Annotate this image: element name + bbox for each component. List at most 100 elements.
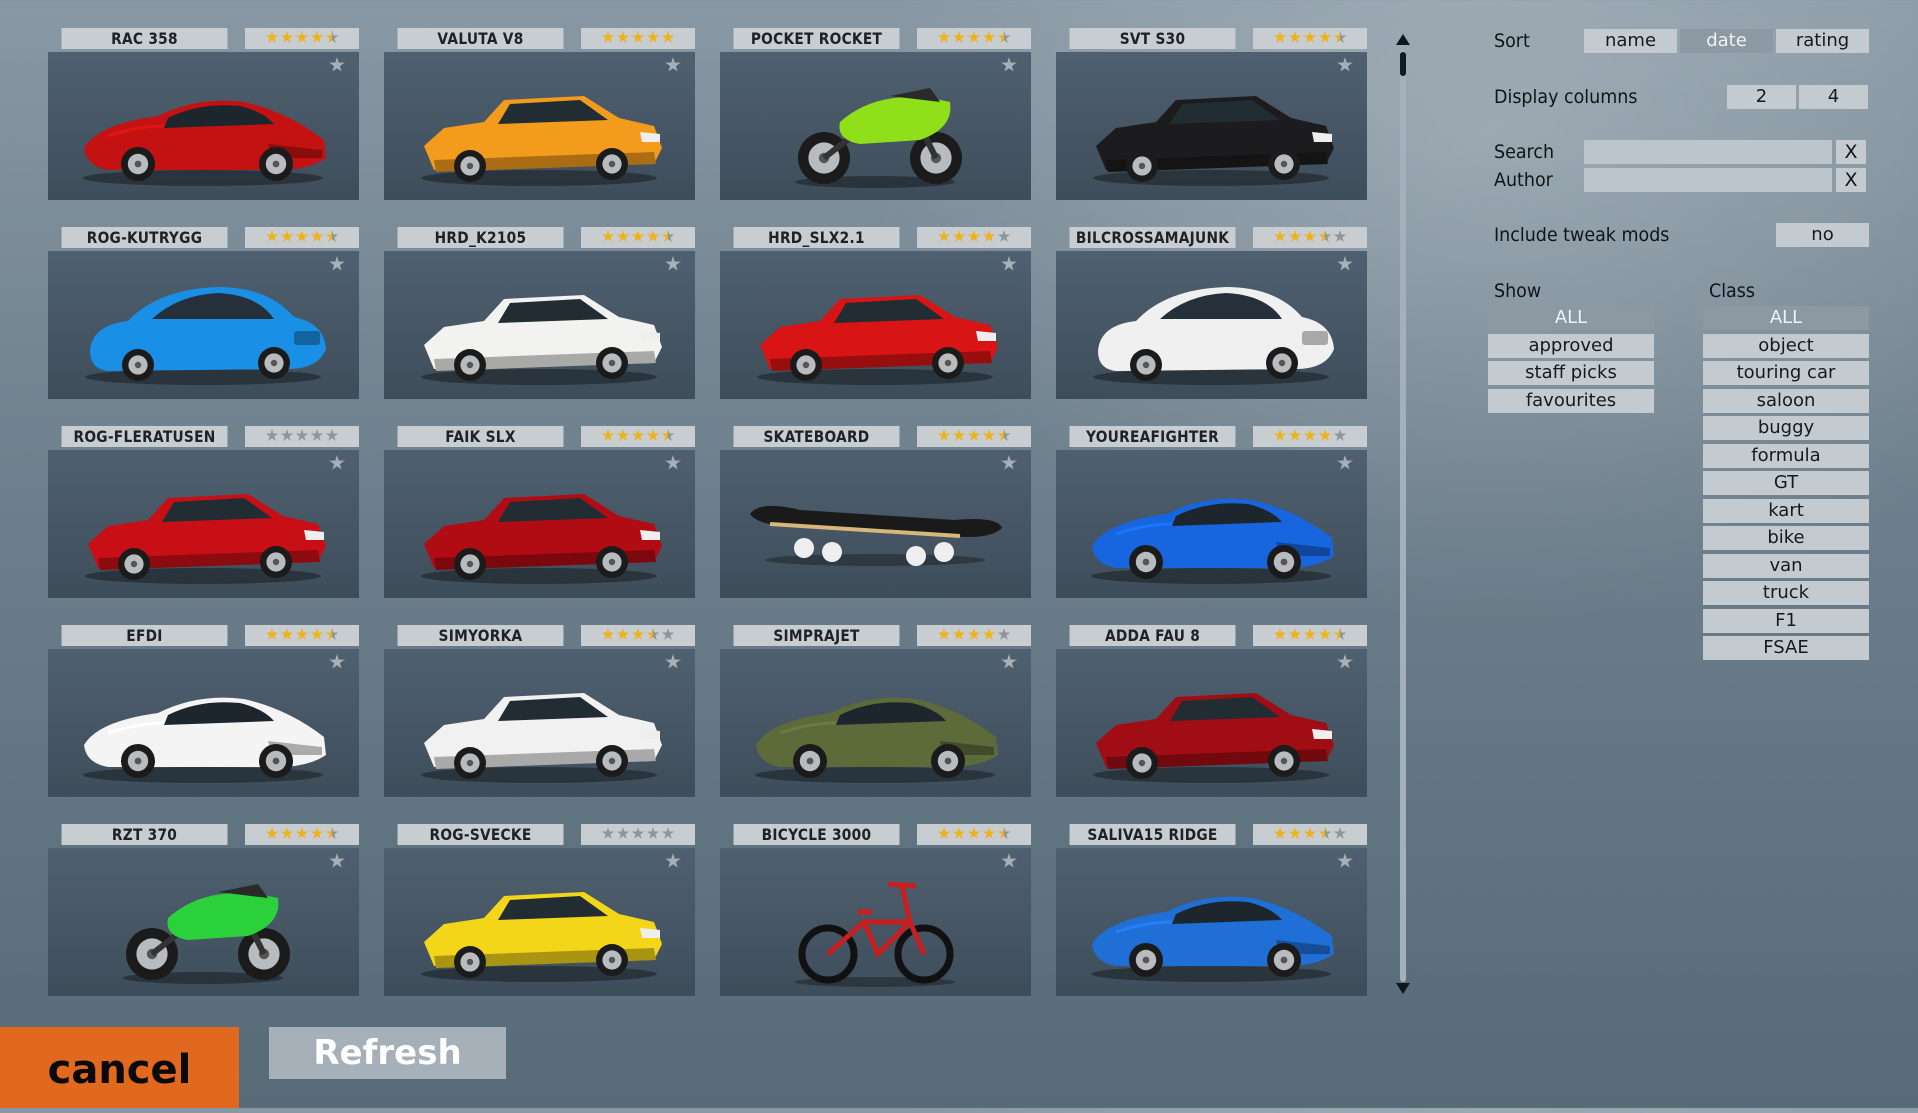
vehicle-thumbnail-panel[interactable] (384, 251, 695, 399)
class-bike-button[interactable]: bike (1703, 526, 1869, 550)
vehicle-card[interactable]: POCKET ROCKET (720, 28, 1031, 200)
vehicle-thumbnail-panel[interactable] (1056, 450, 1367, 598)
vehicle-name: ROG-SVECKE (397, 824, 564, 845)
clear-author-button[interactable]: X (1836, 168, 1866, 192)
class-saloon-button[interactable]: saloon (1703, 388, 1869, 413)
cancel-button[interactable]: cancel (0, 1027, 239, 1108)
scroll-down-arrow-icon[interactable] (1396, 983, 1410, 994)
vehicle-thumbnail-panel[interactable] (720, 52, 1031, 200)
sort-rating-button[interactable]: rating (1776, 29, 1869, 53)
star-icon (281, 429, 294, 442)
vehicle-thumbnail-panel[interactable] (720, 848, 1031, 996)
author-input[interactable] (1584, 168, 1832, 192)
vertical-scrollbar[interactable] (1392, 28, 1414, 998)
star-icon (311, 429, 324, 442)
star-icon (938, 230, 951, 243)
show-staff-picks-button[interactable]: staff picks (1488, 361, 1654, 385)
vehicle-rating (917, 824, 1031, 845)
class-kart-button[interactable]: kart (1703, 498, 1869, 523)
refresh-button[interactable]: Refresh (269, 1027, 506, 1079)
vehicle-card[interactable]: RZT 370 (48, 824, 359, 996)
vehicle-card[interactable]: ADDA FAU 8 (1056, 625, 1367, 797)
vehicle-thumbnail-panel[interactable] (48, 848, 359, 996)
sort-name-button[interactable]: name (1584, 29, 1677, 53)
class-formula-button[interactable]: formula (1703, 443, 1869, 468)
vehicle-thumbnail-panel[interactable] (384, 52, 695, 200)
vehicle-rating (1253, 28, 1367, 49)
vehicle-rating (581, 625, 695, 646)
columns-4-button[interactable]: 4 (1799, 85, 1868, 109)
vehicle-thumbnail-panel[interactable] (720, 251, 1031, 399)
star-icon (953, 429, 966, 442)
vehicle-grid: RAC 358 VALUTA V8 POCKET ROCKET SVT S30 ROG-… (48, 28, 1367, 998)
scroll-thumb[interactable] (1400, 52, 1406, 76)
show-approved-button[interactable]: approved (1488, 333, 1654, 358)
vehicle-thumbnail-panel[interactable] (48, 649, 359, 797)
search-input[interactable] (1584, 140, 1832, 164)
tweak-mods-label: Include tweak mods (1494, 224, 1670, 246)
vehicle-card[interactable]: BICYCLE 3000 (720, 824, 1031, 996)
vehicle-thumbnail-panel[interactable] (1056, 52, 1367, 200)
class-van-button[interactable]: van (1703, 553, 1869, 578)
scroll-track[interactable] (1400, 50, 1406, 982)
vehicle-thumbnail-panel[interactable] (384, 848, 695, 996)
star-icon (632, 429, 645, 442)
star-icon (266, 429, 279, 442)
class-buggy-button[interactable]: buggy (1703, 416, 1869, 440)
star-icon (938, 429, 951, 442)
vehicle-thumbnail-panel[interactable] (384, 649, 695, 797)
vehicle-thumbnail-panel[interactable] (720, 450, 1031, 598)
star-rating (1274, 31, 1347, 44)
vehicle-rating (245, 824, 359, 845)
vehicle-thumbnail-panel[interactable] (720, 649, 1031, 797)
vehicle-thumbnail (1091, 896, 1334, 982)
class-fsae-button[interactable]: FSAE (1703, 636, 1869, 660)
vehicle-thumbnail-panel[interactable] (1056, 251, 1367, 399)
star-icon (326, 628, 339, 641)
vehicle-card-header: ROG-SVECKE (384, 824, 695, 845)
class-touring-car-button[interactable]: touring car (1703, 361, 1869, 385)
vehicle-card[interactable]: VALUTA V8 (384, 28, 695, 200)
vehicle-card[interactable]: SIMYORKA (384, 625, 695, 797)
sort-date-button[interactable]: date (1680, 29, 1773, 53)
vehicle-card[interactable]: HRD_SLX2.1 (720, 227, 1031, 399)
vehicle-card[interactable]: HRD_K2105 (384, 227, 695, 399)
vehicle-card[interactable]: SVT S30 (1056, 28, 1367, 200)
class-all-button[interactable]: ALL (1703, 306, 1869, 330)
vehicle-card[interactable]: FAIK SLX (384, 426, 695, 598)
columns-2-button[interactable]: 2 (1727, 85, 1796, 109)
vehicle-card[interactable]: RAC 358 (48, 28, 359, 200)
vehicle-name: SALIVA15 RIDGE (1069, 824, 1236, 845)
vehicle-card[interactable]: ROG-FLERATUSEN (48, 426, 359, 598)
clear-search-button[interactable]: X (1836, 140, 1866, 164)
vehicle-rating (581, 426, 695, 447)
class-gt-button[interactable]: GT (1703, 471, 1869, 495)
vehicle-card[interactable]: SALIVA15 RIDGE (1056, 824, 1367, 996)
vehicle-card[interactable]: ROG-KUTRYGG (48, 227, 359, 399)
vehicle-thumbnail-panel[interactable] (48, 52, 359, 200)
scroll-up-arrow-icon[interactable] (1396, 34, 1410, 45)
vehicle-card[interactable]: SIMPRAJET (720, 625, 1031, 797)
class-object-button[interactable]: object (1703, 333, 1869, 358)
star-icon (647, 628, 660, 641)
vehicle-thumbnail-panel[interactable] (1056, 848, 1367, 996)
class-truck-button[interactable]: truck (1703, 581, 1869, 605)
vehicle-thumbnail-panel[interactable] (48, 450, 359, 598)
vehicle-thumbnail-panel[interactable] (1056, 649, 1367, 797)
vehicle-thumbnail (421, 693, 662, 783)
star-icon (983, 230, 996, 243)
vehicle-card[interactable]: EFDI (48, 625, 359, 797)
class-f1-button[interactable]: F1 (1703, 608, 1869, 633)
vehicle-card[interactable]: SKATEBOARD (720, 426, 1031, 598)
star-rating (602, 429, 675, 442)
vehicle-card[interactable]: ROG-SVECKE (384, 824, 695, 996)
vehicle-thumbnail-panel[interactable] (384, 450, 695, 598)
tweak-mods-toggle[interactable]: no (1776, 223, 1869, 247)
show-all-button[interactable]: ALL (1488, 306, 1654, 330)
vehicle-thumbnail-panel[interactable] (48, 251, 359, 399)
star-icon (983, 827, 996, 840)
vehicle-name: YOUREAFIGHTER (1069, 426, 1236, 447)
vehicle-card[interactable]: YOUREAFIGHTER (1056, 426, 1367, 598)
vehicle-card[interactable]: BILCROSSAMAJUNK (1056, 227, 1367, 399)
show-favourites-button[interactable]: favourites (1488, 388, 1654, 413)
